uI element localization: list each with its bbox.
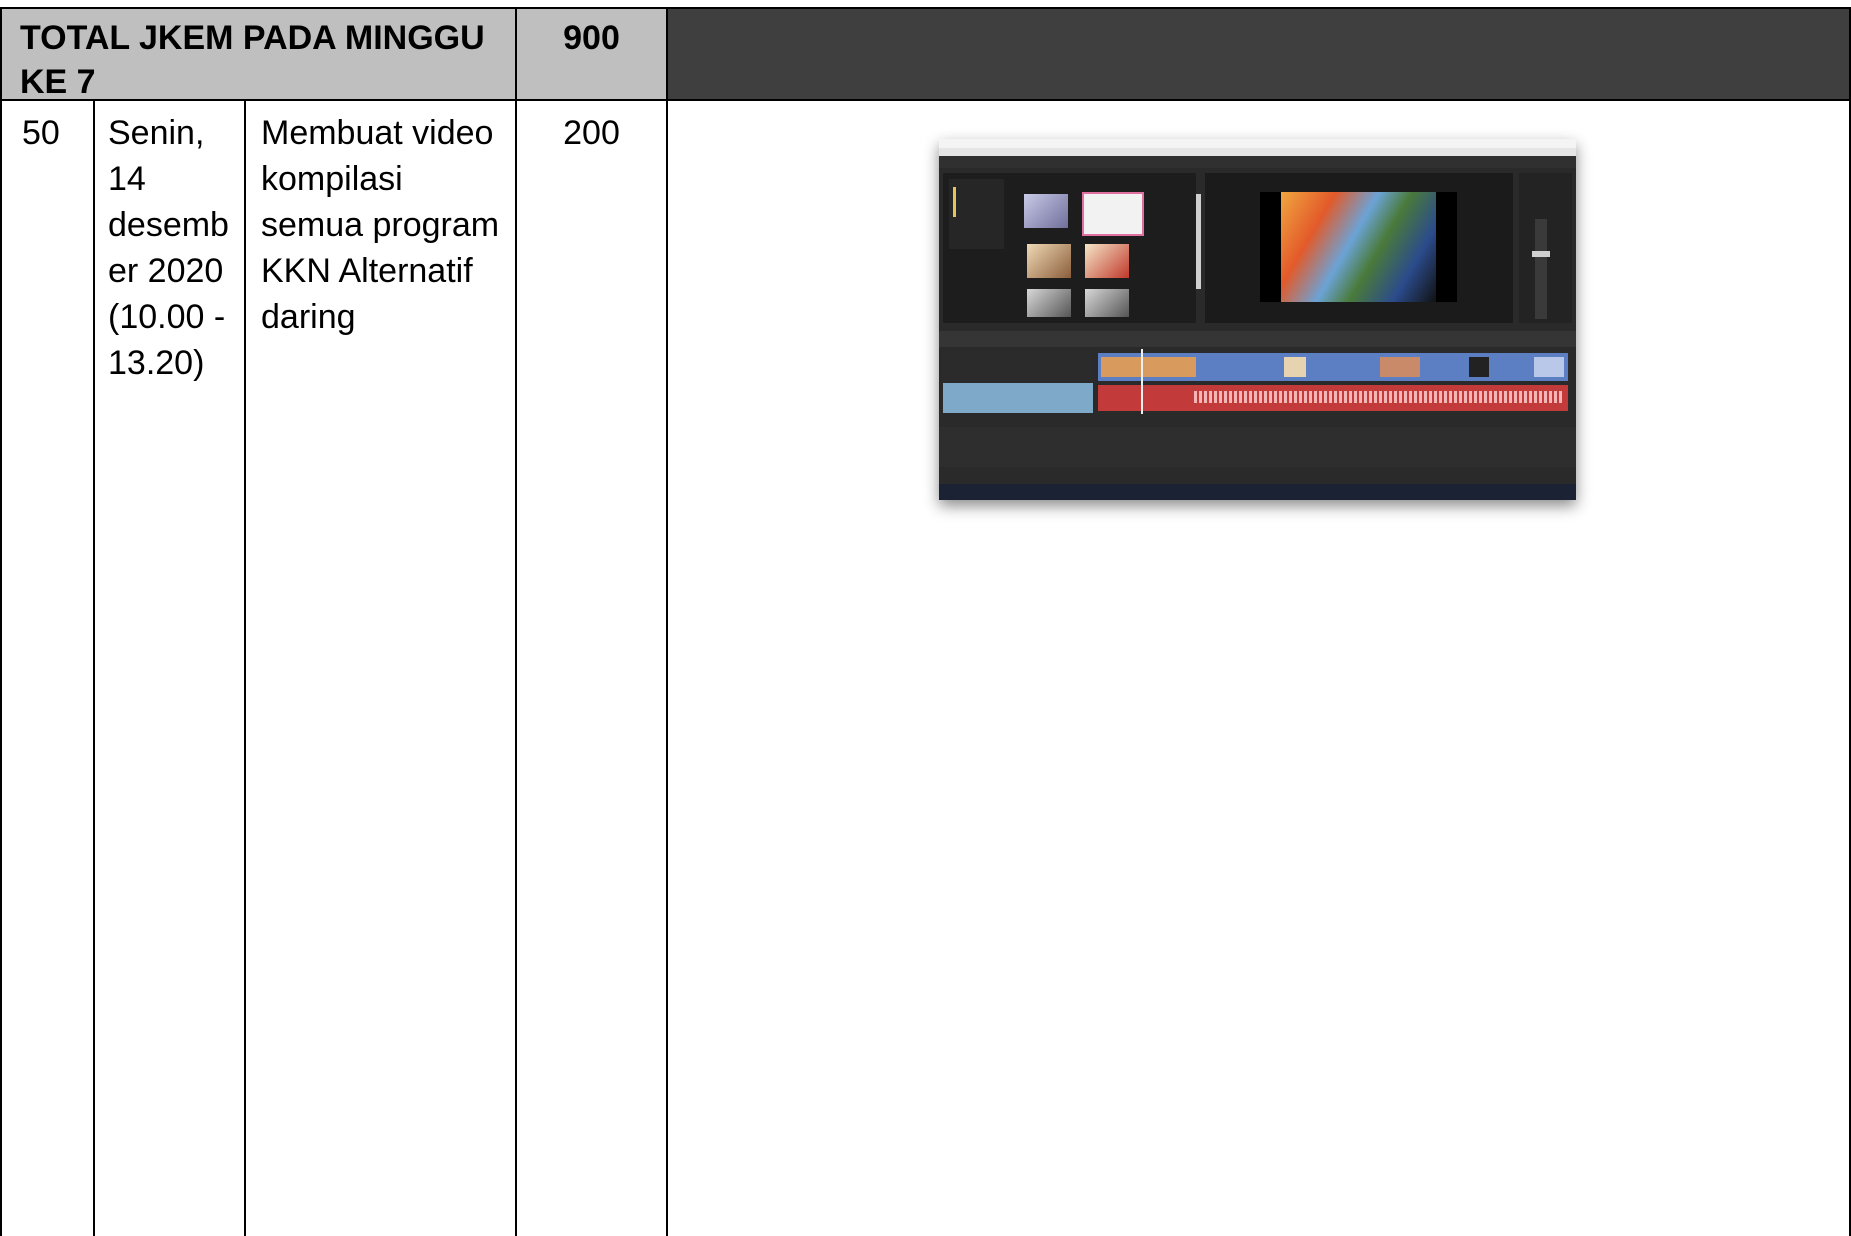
- screenshot-transport-bar: [939, 427, 1576, 467]
- screenshot-thumbnail: [1027, 244, 1071, 278]
- date-line: Senin,: [108, 114, 205, 152]
- row-date-cell: Senin, 14 desemb er 2020 (10.00 - 13.20): [94, 100, 245, 1236]
- date-line: desemb: [108, 206, 229, 244]
- screenshot-video-clip: [1284, 357, 1306, 377]
- header-dark-cell: [667, 8, 1851, 100]
- screenshot-audio-track-header: [943, 383, 1093, 413]
- screenshot-menubar: [939, 148, 1576, 156]
- row-number: 50: [22, 114, 60, 152]
- table-border-col4: [666, 7, 668, 1236]
- activity-line: KKN Alternatif: [261, 252, 473, 290]
- activity-line: semua program: [261, 206, 500, 244]
- date-line: er 2020: [108, 252, 224, 290]
- activity-line: daring: [261, 298, 356, 336]
- activity-line: kompilasi: [261, 160, 403, 198]
- screenshot-scrollbar: [1196, 194, 1201, 289]
- screenshot-audio-waveform: [1194, 391, 1564, 403]
- video-editor-screenshot: [939, 139, 1576, 500]
- date-line: (10.00 -: [108, 298, 226, 336]
- screenshot-fader-knob: [1532, 251, 1550, 257]
- table-border-left: [0, 7, 2, 1236]
- screenshot-thumbnail: [1024, 194, 1068, 228]
- row-jkem: 200: [563, 114, 620, 152]
- total-label-line1: TOTAL JKEM PADA MINGGU: [20, 19, 485, 57]
- folder-icon: [953, 187, 956, 217]
- screenshot-titlebar: [939, 139, 1576, 148]
- screenshot-video-track-header: [943, 351, 1093, 381]
- row-date: Senin, 14 desemb er 2020 (10.00 - 13.20): [94, 100, 245, 386]
- screenshot-timeline-header: [939, 331, 1576, 347]
- activity-line: Membuat video: [261, 114, 494, 152]
- table-border-top: [0, 7, 1851, 9]
- screenshot-video-clip: [1380, 357, 1420, 377]
- screenshot-toolbar: [939, 156, 1576, 168]
- screenshot-thumbnail: [1085, 244, 1129, 278]
- total-value-cell: 900: [516, 8, 667, 100]
- total-label-cell: TOTAL JKEM PADA MINGGU KE 7: [0, 8, 516, 101]
- row-activity-cell: Membuat video kompilasi semua program KK…: [245, 100, 516, 1236]
- screenshot-video-clip: [1101, 357, 1196, 377]
- date-line: 14: [108, 160, 146, 198]
- screenshot-video-clip: [1534, 357, 1564, 377]
- screenshot-playhead: [1141, 349, 1143, 414]
- total-label: TOTAL JKEM PADA MINGGU KE 7: [0, 8, 516, 104]
- screenshot-thumbnail: [1027, 289, 1071, 317]
- screenshot-taskbar: [939, 484, 1576, 500]
- date-line: 13.20): [108, 344, 205, 382]
- table-border-col1: [93, 100, 95, 1236]
- screenshot-folder-tree: [949, 179, 1004, 249]
- row-activity: Membuat video kompilasi semua program KK…: [245, 100, 516, 340]
- screenshot-thumbnail: [1085, 289, 1129, 317]
- screenshot-thumbnail: [1082, 192, 1144, 236]
- table-border-col3: [515, 7, 517, 1236]
- row-jkem-cell: 200: [516, 100, 667, 1236]
- table-border-header-bottom: [0, 99, 1851, 101]
- total-value: 900: [563, 19, 620, 57]
- table-border-col2: [244, 100, 246, 1236]
- row-number-cell: 50: [0, 100, 94, 1236]
- screenshot-fader: [1535, 219, 1547, 319]
- screenshot-video-clip: [1469, 357, 1489, 377]
- total-label-line2: KE 7: [20, 63, 96, 101]
- screenshot-video-image: [1281, 192, 1436, 302]
